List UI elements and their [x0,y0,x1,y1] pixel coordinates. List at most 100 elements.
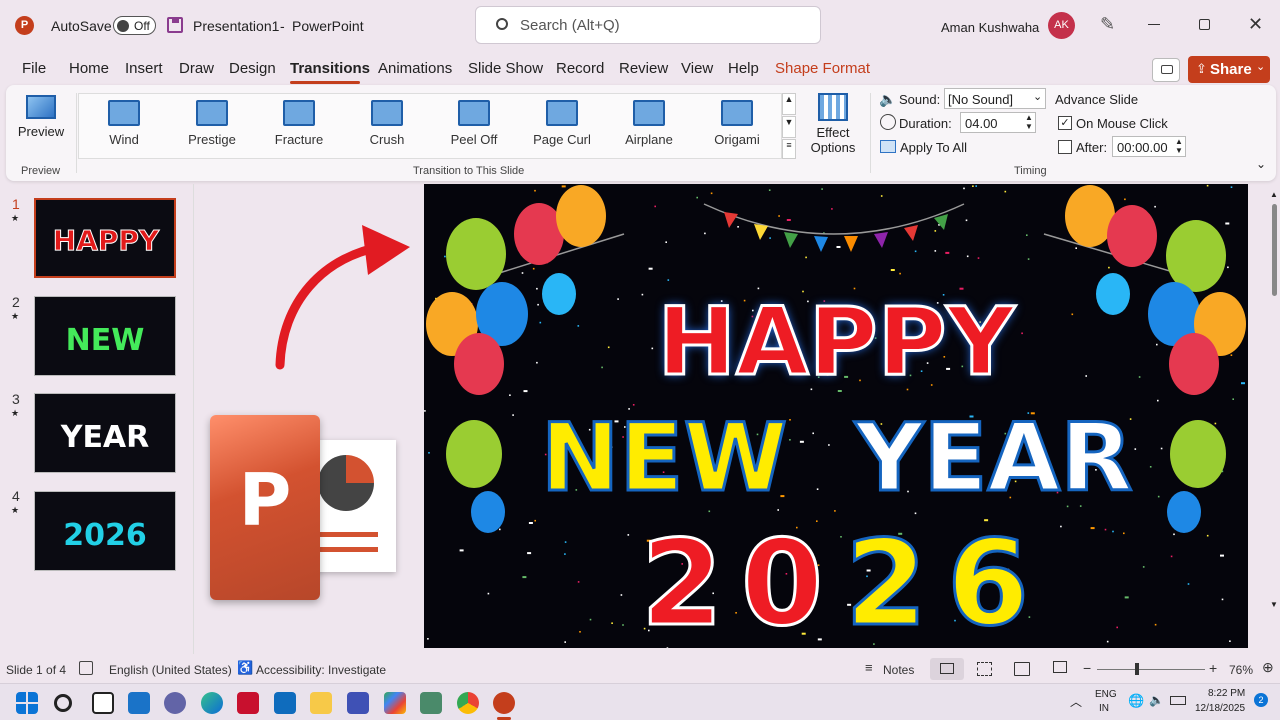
edge-icon[interactable] [201,692,223,714]
reading-view-icon[interactable] [1014,662,1030,676]
slide-thumbnail-2[interactable]: NEW [34,296,176,376]
tab-shape-format[interactable]: Shape Format [775,60,870,77]
play-store-icon[interactable] [384,692,406,714]
file-explorer-icon[interactable] [310,692,332,714]
tab-home[interactable]: Home [69,60,109,77]
transition-peel-off[interactable]: Peel Off [434,82,514,147]
tab-transitions[interactable]: Transitions [290,60,370,77]
after-checkbox[interactable] [1058,140,1072,154]
vertical-scrollbar[interactable]: ▲ ▼ [1270,190,1278,640]
tab-file[interactable]: File [22,60,46,77]
tab-animations[interactable]: Animations [378,60,452,77]
close-button[interactable]: ✕ [1248,14,1263,35]
teams-chat-icon[interactable] [164,692,186,714]
avatar[interactable]: AK [1048,12,1075,39]
accessibility-status[interactable]: Accessibility: Investigate [256,663,386,677]
slideshow-icon[interactable] [1053,661,1067,673]
user-name[interactable]: Aman Kushwaha [941,20,1039,35]
slide-canvas[interactable]: HAPPY NEW YEAR 2 0 2 6 [424,184,1248,648]
spelling-icon[interactable] [79,661,93,675]
scroll-down-arrow[interactable]: ▼ [1270,600,1278,609]
zoom-level[interactable]: 76% [1229,663,1253,677]
save-icon[interactable] [167,17,183,33]
clock-time[interactable]: 8:22 PM [1208,688,1245,699]
transition-origami[interactable]: Origami [697,82,777,147]
duration-spinner[interactable]: 04.00 ▲ ▼ [960,112,1036,133]
search-box[interactable]: Search (Alt+Q) [475,6,821,44]
designer-pen-icon[interactable]: ✎ [1100,14,1116,36]
windows-start-icon[interactable] [16,692,38,714]
tab-draw[interactable]: Draw [179,60,214,77]
autosave-toggle[interactable]: Off [113,16,156,35]
transition-airplane[interactable]: Airplane [609,82,689,147]
scroll-up-arrow[interactable]: ▲ [1270,190,1278,199]
tab-review[interactable]: Review [619,60,668,77]
share-button[interactable]: ⇪ Share ⌄ [1188,56,1270,83]
language-indicator-2[interactable]: IN [1099,703,1109,714]
year-digit[interactable]: 6 [938,513,1038,649]
app-icon[interactable] [347,692,369,714]
apply-to-all-button[interactable]: Apply To All [900,140,967,155]
normal-view-icon[interactable] [930,658,964,680]
zoom-slider[interactable] [1097,663,1205,675]
notes-button[interactable]: Notes [883,663,914,677]
tab-slide-show[interactable]: Slide Show [468,60,543,77]
zoom-slider-thumb[interactable] [1135,663,1139,675]
transition-fracture[interactable]: Fracture [259,82,339,147]
volume-icon[interactable]: 🔈 [1149,693,1164,707]
slide-sorter-icon[interactable] [977,662,992,676]
slide-thumbnail-3[interactable]: YEAR [34,393,176,473]
gallery-scroll-down[interactable]: ▼ [782,116,796,138]
minimize-button[interactable] [1148,24,1160,25]
gallery-scroll-up[interactable]: ▲ [782,93,796,115]
year-digit[interactable]: 2 [632,513,732,649]
comments-icon[interactable] [1152,58,1180,82]
scroll-thumb[interactable] [1272,204,1277,296]
preview-button[interactable]: Preview [10,91,72,147]
powerpoint-taskbar-icon[interactable] [493,692,515,714]
slide-title-year[interactable]: YEAR [824,403,1164,515]
search-icon[interactable] [54,694,72,712]
notification-badge[interactable]: 2 [1254,693,1268,707]
clock-date[interactable]: 12/18/2025 [1195,703,1245,714]
store-icon[interactable] [274,692,296,714]
sound-dropdown[interactable]: [No Sound] ⌄ [944,88,1046,109]
tab-insert[interactable]: Insert [125,60,163,77]
slide-title-new[interactable]: NEW [504,403,824,515]
task-view-icon[interactable] [92,692,114,714]
tab-design[interactable]: Design [229,60,276,77]
transition-prestige[interactable]: Prestige [172,82,252,147]
notes-icon[interactable]: ≡ [865,660,873,675]
battery-icon[interactable] [1170,696,1186,705]
zoom-in-button[interactable]: + [1209,660,1217,676]
language-indicator-1[interactable]: ENG [1095,689,1117,700]
slide-title-happy[interactable]: HAPPY [424,287,1248,399]
fit-slide-icon[interactable]: ⊕ [1262,659,1274,676]
after-spinner[interactable]: 00:00.00 ▲ ▼ [1112,136,1186,157]
effect-options-button[interactable]: Effect Options [804,91,862,163]
year-digit[interactable]: 0 [732,513,832,649]
gallery-more[interactable]: ≡ [782,139,796,159]
chrome-icon[interactable] [457,692,479,714]
accessibility-icon[interactable]: ♿ [237,660,253,676]
zoom-out-button[interactable]: − [1083,660,1091,676]
tab-help[interactable]: Help [728,60,759,77]
widgets-icon[interactable] [128,692,150,714]
year-digit[interactable]: 2 [836,513,936,649]
network-icon[interactable]: 🌐 [1128,693,1144,709]
transition-crush[interactable]: Crush [347,82,427,147]
tab-view[interactable]: View [681,60,713,77]
language-status[interactable]: English (United States) [109,663,232,677]
tab-record[interactable]: Record [556,60,604,77]
restore-button[interactable] [1199,19,1210,30]
pane-divider[interactable] [193,184,194,654]
transition-page-curl[interactable]: Page Curl [522,82,602,147]
collapse-ribbon-icon[interactable]: ⌄ [1256,157,1266,171]
transition-wind[interactable]: Wind [84,82,164,147]
mcafee-icon[interactable] [237,692,259,714]
slide-thumbnail-4[interactable]: 2026 [34,491,176,571]
slide-thumbnail-1[interactable]: HAPPY [34,198,176,278]
app-icon[interactable] [420,692,442,714]
show-hidden-icons[interactable]: ︿ [1070,693,1082,710]
mouse-click-checkbox[interactable]: ✓ [1058,116,1072,130]
